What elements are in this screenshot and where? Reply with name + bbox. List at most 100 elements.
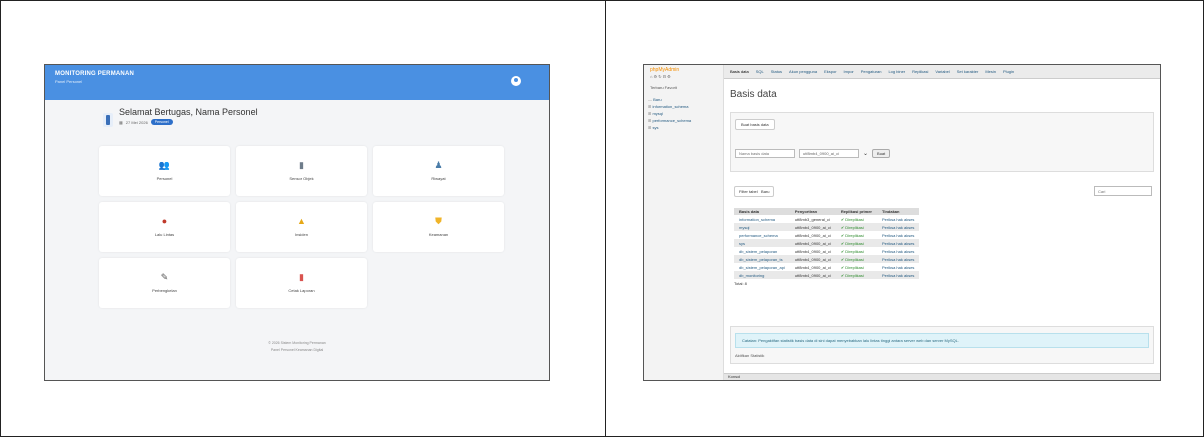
- db-name-link[interactable]: performance_schema: [734, 231, 790, 239]
- db-replication: ✔ Direplikasi: [840, 248, 864, 254]
- card-insiden[interactable]: ▲ Insiden: [236, 202, 367, 252]
- db-name-link[interactable]: db_sistem_pelaporan_ts: [734, 255, 790, 263]
- tab-status[interactable]: Status: [771, 69, 782, 74]
- check-privileges-link[interactable]: Periksa hak akses: [877, 263, 919, 271]
- card-riwayat[interactable]: ♟ Riwayat: [373, 146, 504, 196]
- db-collation: utf8mb4_0900_ai_ci: [794, 264, 831, 270]
- user-avatar-icon[interactable]: [511, 76, 521, 86]
- card-label: Lalu Lintas: [154, 232, 175, 237]
- db-name-link[interactable]: information_schema: [734, 215, 790, 223]
- db-replication: ✔ Direplikasi: [835, 255, 877, 263]
- card-sensor-objek[interactable]: ▮ Sensor Objek: [236, 146, 367, 196]
- document-icon: ▮: [299, 160, 304, 170]
- check-privileges-link[interactable]: Periksa hak akses: [876, 223, 920, 231]
- database-table: Basis data Penyortiran Replikasi primer …: [734, 208, 920, 279]
- table-row: information_schema utf8mb3_general_ci ✔ Di…: [734, 215, 919, 223]
- welcome-title: Selamat Bertugas, Nama Personel: [119, 107, 258, 117]
- tab-sql[interactable]: SQL: [756, 69, 764, 74]
- tab-charsets[interactable]: Set karakter: [957, 69, 979, 74]
- card-perbengkelan[interactable]: ✎ Perbengkelan: [99, 258, 230, 308]
- db-replication: ✔ Direplikasi: [835, 271, 877, 279]
- top-menu: Basis data SQL Status Akun pengguna Eksp…: [724, 65, 1160, 79]
- tree-item-performance-schema[interactable]: performance_schema: [648, 117, 719, 124]
- card-label: Keamanan: [428, 232, 449, 237]
- database-name-input[interactable]: [735, 149, 795, 158]
- col-action: Tindakan: [876, 208, 920, 215]
- table-row: db_sistem_pelaporan utf8mb4_0900_ai_ci ✔ D…: [734, 247, 919, 255]
- check-privileges-link[interactable]: Periksa hak akses: [876, 239, 920, 247]
- col-primary-replication: Replikasi primer: [835, 208, 877, 215]
- enable-statistics-link[interactable]: Aktifkan Statistik: [735, 353, 1149, 358]
- tab-binary-log[interactable]: Log biner: [888, 69, 905, 74]
- new-button[interactable]: Baru: [761, 189, 769, 194]
- card-label: Sensor Objek: [289, 176, 314, 181]
- nav-quick-icons[interactable]: ⌂ ⚙ ↻ ⊟ ⚙: [650, 74, 717, 79]
- col-database[interactable]: Basis data: [734, 208, 790, 215]
- db-collation: utf8mb4_0900_ai_ci: [789, 223, 836, 231]
- tab-replication[interactable]: Replikasi: [912, 69, 928, 74]
- col-collation[interactable]: Penyortiran: [789, 208, 836, 215]
- tab-variables[interactable]: Variabel: [935, 69, 949, 74]
- notice-message: Catatan: Pengaktifan statistik basis dat…: [735, 333, 1149, 348]
- tab-export[interactable]: Ekspor: [824, 69, 836, 74]
- card-label: Perbengkelan: [152, 288, 177, 293]
- tab-settings[interactable]: Pengaturan: [861, 69, 882, 74]
- tab-engines[interactable]: Mesin: [985, 69, 996, 74]
- filter-search-input[interactable]: [1094, 186, 1152, 196]
- create-button[interactable]: Buat: [872, 149, 891, 158]
- tab-databases[interactable]: Basis data: [730, 69, 749, 74]
- db-replication: ✔ Direplikasi: [840, 232, 864, 238]
- menu-cards: 👥 Personel ▮ Sensor Objek ♟ Riwayat ● La…: [99, 146, 504, 308]
- db-name-link[interactable]: db_monitoring: [734, 271, 790, 279]
- collation-select[interactable]: utf8mb4_0900_ai_ci: [799, 149, 859, 158]
- app-title: MONITORING PERMANAN: [55, 71, 135, 77]
- phpmyadmin-logo[interactable]: phpMyAdmin ⌂ ⚙ ↻ ⊟ ⚙: [644, 65, 723, 83]
- db-name-link[interactable]: db_sistem_pelaporan_api: [734, 263, 790, 271]
- db-collation: utf8mb4_0900_ai_ci: [794, 232, 831, 238]
- db-name-link[interactable]: db_sistem_pelaporan: [734, 247, 790, 255]
- tree-item-mysql[interactable]: mysql: [648, 110, 719, 117]
- page-title: Basis data: [730, 89, 777, 100]
- tree-item-new[interactable]: Baru: [648, 96, 719, 103]
- db-name-link[interactable]: mysql: [734, 223, 790, 231]
- card-label: Riwayat: [431, 176, 446, 181]
- card-lalu-lintas[interactable]: ● Lalu Lintas: [99, 202, 230, 252]
- table-row: db_sistem_pelaporan_ts utf8mb4_0900_ai_ci…: [734, 255, 920, 263]
- filter-tables-button[interactable]: Filter tabel: [739, 189, 758, 194]
- table-row: mysql utf8mb4_0900_ai_ci ✔ Direplikasi Peri…: [734, 223, 920, 231]
- table-row: db_monitoring utf8mb4_0900_ai_ci ✔ Direpli…: [734, 271, 920, 279]
- car-icon: ●: [161, 216, 168, 226]
- db-replication: ✔ Direplikasi: [835, 223, 877, 231]
- tab-user-accounts[interactable]: Akun pengguna: [789, 69, 817, 74]
- check-privileges-link[interactable]: Periksa hak akses: [877, 231, 919, 239]
- tab-plugins[interactable]: Plugin: [1003, 69, 1014, 74]
- app-subtitle: Panel Personel: [55, 79, 83, 84]
- table-row: sys utf8mb4_0900_ai_ci ✔ Direplikasi Periks…: [734, 239, 920, 247]
- tree-item-sys[interactable]: sys: [648, 124, 719, 131]
- footer-line-2: Panel Personel Keamanan Digital: [270, 348, 324, 352]
- db-collation: utf8mb4_0900_ai_ci: [789, 255, 836, 263]
- tab-import[interactable]: Impor: [844, 69, 854, 74]
- db-collation: utf8mb3_general_ci: [794, 216, 830, 222]
- console-bar[interactable]: Konsol: [724, 373, 1160, 380]
- main-content: Basis data Buat basis data utf8mb4_0900_…: [730, 89, 1154, 286]
- role-badge: Personel: [150, 119, 173, 125]
- db-replication: ✔ Direplikasi: [840, 264, 864, 270]
- db-name-link[interactable]: sys: [734, 239, 790, 247]
- total-count: Total: 8: [734, 281, 747, 286]
- app-header: MONITORING PERMANAN Panel Personel: [45, 65, 549, 100]
- card-cetak-laporan[interactable]: ▮ Cetak Laporan: [236, 258, 367, 308]
- card-personel[interactable]: 👥 Personel: [99, 146, 230, 196]
- create-database-toggle[interactable]: Buat basis data: [735, 119, 775, 130]
- tool-icon: ✎: [160, 272, 169, 282]
- recent-favorites-tabs[interactable]: Terbaru Favorit: [644, 83, 723, 92]
- card-label: Cetak Laporan: [288, 288, 315, 293]
- card-keamanan[interactable]: ⛊ Keamanan: [373, 202, 504, 252]
- check-privileges-link[interactable]: Periksa hak akses: [876, 271, 920, 279]
- calendar-icon: ▦: [119, 119, 123, 125]
- check-privileges-link[interactable]: Periksa hak akses: [876, 255, 920, 263]
- tree-item-information-schema[interactable]: information_schema: [648, 103, 719, 110]
- check-privileges-link[interactable]: Periksa hak akses: [877, 215, 919, 223]
- check-privileges-link[interactable]: Periksa hak akses: [877, 247, 919, 255]
- filter-row: Filter tabel Baru: [730, 186, 1154, 198]
